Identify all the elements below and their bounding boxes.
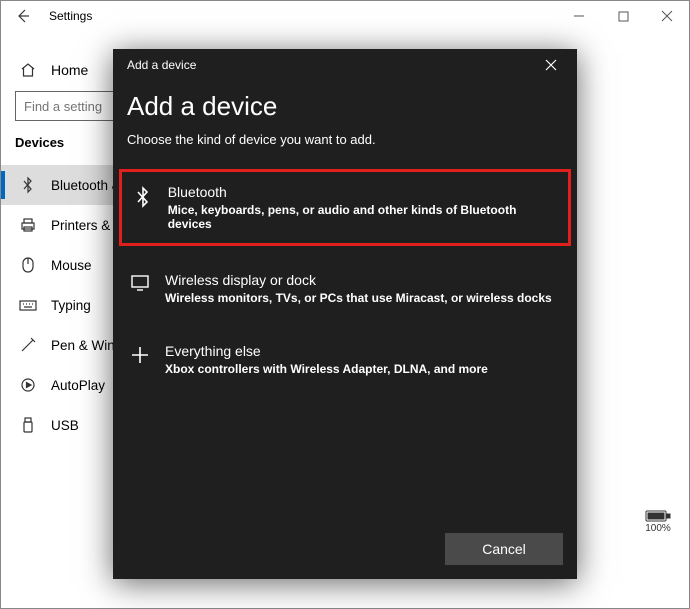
section-header: Devices: [15, 135, 64, 150]
usb-icon: [19, 416, 37, 434]
cancel-button[interactable]: Cancel: [445, 533, 563, 565]
dialog-subtitle: Choose the kind of device you want to ad…: [127, 132, 563, 147]
option-title: Bluetooth: [168, 184, 558, 200]
settings-window: Settings Home Devices: [0, 0, 690, 609]
keyboard-icon: [19, 298, 37, 312]
plus-icon: [129, 343, 151, 365]
device-option-bluetooth[interactable]: Bluetooth Mice, keyboards, pens, or audi…: [119, 169, 571, 246]
dialog-titlebar: Add a device: [113, 49, 577, 81]
maximize-button[interactable]: [601, 1, 645, 31]
sidebar-item-label: Typing: [51, 298, 91, 313]
home-icon: [19, 62, 37, 78]
option-title: Everything else: [165, 343, 488, 359]
close-icon: [545, 59, 557, 71]
sidebar-item-label: USB: [51, 418, 79, 433]
option-text: Bluetooth Mice, keyboards, pens, or audi…: [168, 184, 558, 231]
dialog-heading: Add a device: [127, 91, 563, 122]
monitor-icon: [129, 272, 151, 292]
option-text: Wireless display or dock Wireless monito…: [165, 272, 552, 305]
arrow-left-icon: [15, 8, 31, 24]
add-device-dialog: Add a device Add a device Choose the kin…: [113, 49, 577, 579]
dialog-content: Add a device Choose the kind of device y…: [113, 81, 577, 579]
option-text: Everything else Xbox controllers with Wi…: [165, 343, 488, 376]
mouse-icon: [19, 256, 37, 274]
sidebar-item-label: AutoPlay: [51, 378, 105, 393]
bluetooth-icon: [19, 176, 37, 194]
dialog-close-button[interactable]: [535, 49, 567, 81]
option-desc: Wireless monitors, TVs, or PCs that use …: [165, 291, 552, 305]
bluetooth-icon: [132, 184, 154, 208]
pen-icon: [19, 337, 37, 353]
battery-percent: 100%: [645, 523, 671, 534]
autoplay-icon: [19, 377, 37, 393]
close-window-button[interactable]: [645, 1, 689, 31]
window-controls: [557, 1, 689, 31]
battery-status: 100%: [645, 509, 671, 534]
minimize-button[interactable]: [557, 1, 601, 31]
back-button[interactable]: [1, 1, 45, 31]
home-label: Home: [51, 62, 88, 78]
option-desc: Xbox controllers with Wireless Adapter, …: [165, 362, 488, 376]
option-desc: Mice, keyboards, pens, or audio and othe…: [168, 203, 558, 231]
printer-icon: [19, 217, 37, 233]
sidebar-item-label: Mouse: [51, 258, 92, 273]
option-title: Wireless display or dock: [165, 272, 552, 288]
device-option-wireless-display[interactable]: Wireless display or dock Wireless monito…: [119, 260, 571, 317]
device-option-everything-else[interactable]: Everything else Xbox controllers with Wi…: [119, 331, 571, 388]
window-title: Settings: [45, 9, 92, 23]
battery-icon: [645, 509, 671, 523]
dialog-title-text: Add a device: [127, 58, 196, 72]
